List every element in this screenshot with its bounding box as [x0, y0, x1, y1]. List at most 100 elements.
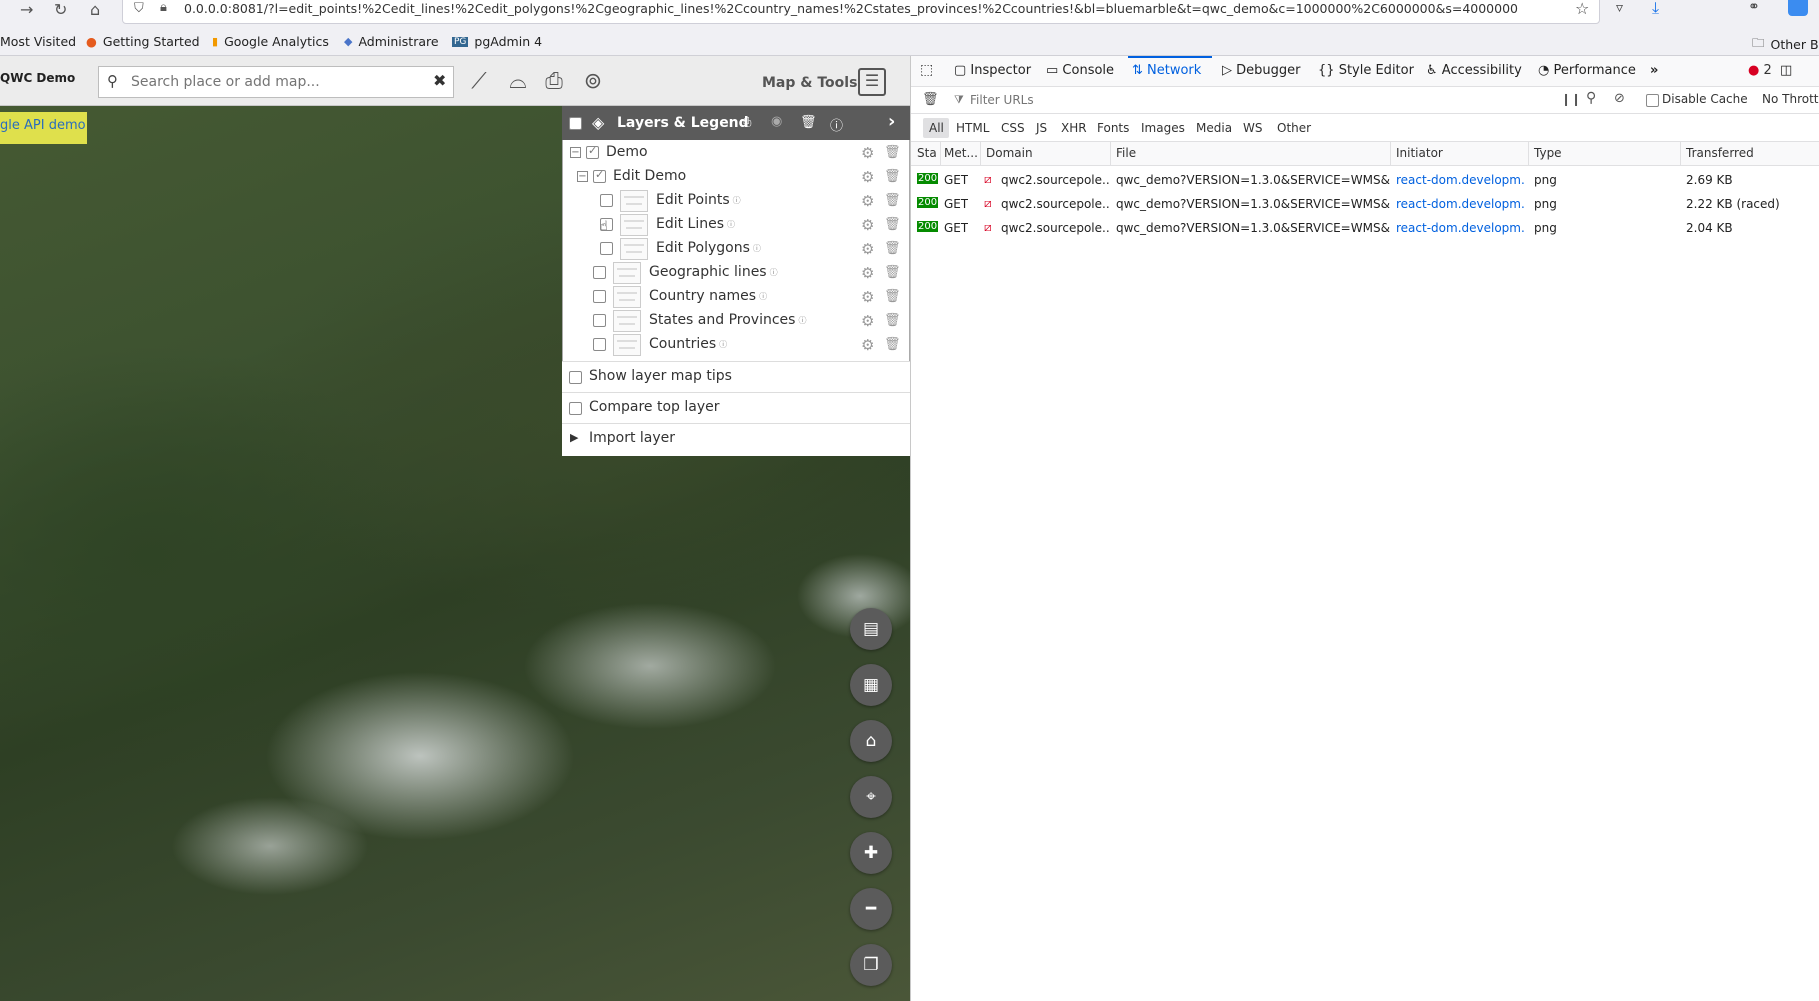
column-file[interactable]: File [1116, 146, 1136, 160]
type-filter-ws[interactable]: WS [1243, 121, 1262, 135]
bookmark-map-button[interactable]: ▤ [850, 608, 892, 650]
app-logo[interactable]: QWC Demo [0, 71, 75, 85]
type-filter-other[interactable]: Other [1277, 121, 1311, 135]
bookmark-getting-started[interactable]: ● Getting Started [86, 34, 200, 49]
search-box[interactable]: ⚲ ✖ [98, 66, 454, 98]
pause-icon[interactable]: ❙❙ [1561, 92, 1581, 106]
layer-info-icon[interactable]: ⓘ [727, 220, 735, 229]
trash-icon[interactable]: 🗑︎ [884, 289, 901, 304]
layer-row-demo[interactable]: − Demo ⚙ 🗑︎ [562, 141, 910, 165]
tab-debugger[interactable]: ▷ Debugger [1222, 63, 1301, 78]
layer-info-icon[interactable]: ⓘ [798, 316, 806, 325]
column-type[interactable]: Type [1534, 146, 1562, 160]
initiator-link[interactable]: react-dom.developm... [1396, 173, 1524, 187]
map-tips-checkbox[interactable] [569, 371, 582, 384]
layer-info-icon[interactable]: ⓘ [759, 292, 767, 301]
request-row[interactable]: 200 GET ⧄ qwc2.sourcepole... qwc_demo?VE… [911, 168, 1819, 192]
identify-icon[interactable]: ⊚ [578, 68, 608, 96]
bookmark-administrare[interactable]: ◆ Administrare [344, 34, 439, 49]
collapse-panel-icon[interactable]: › [888, 111, 895, 132]
legend-map-button[interactable]: ▦ [850, 664, 892, 706]
compare-checkbox[interactable] [569, 402, 582, 415]
settings-gear-icon[interactable]: ⚙ [861, 192, 874, 210]
layer-checkbox[interactable] [593, 314, 606, 327]
print-icon[interactable]: ⎙ [539, 68, 569, 96]
settings-gear-icon[interactable]: ⚙ [861, 264, 874, 282]
settings-gear-icon[interactable]: ⚙ [861, 240, 874, 258]
reload-icon[interactable]: ↻ [54, 0, 67, 19]
trash-icon[interactable]: 🗑︎ [884, 313, 901, 328]
bookmark-other[interactable]: 🗀︎ Other B [1752, 34, 1819, 55]
type-filter-fonts[interactable]: Fonts [1097, 121, 1129, 135]
share-icon[interactable]: ⌓ [503, 68, 533, 96]
clear-search-icon[interactable]: ✖ [433, 71, 446, 90]
trash-icon[interactable]: 🗑︎ [884, 241, 901, 256]
account-icon[interactable] [1788, 0, 1808, 16]
toggle-all-checkbox[interactable] [569, 117, 582, 130]
forward-icon[interactable]: → [20, 0, 33, 19]
dock-icon[interactable]: ◫ [1780, 63, 1792, 78]
column-domain[interactable]: Domain [986, 146, 1033, 160]
bookmark-star-icon[interactable]: ☆ [1575, 0, 1589, 18]
pocket-icon[interactable]: ▿ [1616, 0, 1623, 16]
print-legend-icon[interactable]: ⎙ [741, 115, 751, 130]
tab-style-editor[interactable]: {} Style Editor [1318, 63, 1414, 78]
collapse-group-icon[interactable]: − [577, 171, 588, 182]
trash-icon[interactable]: 🗑︎ [884, 169, 901, 184]
throttling-select[interactable]: No Throttli [1762, 92, 1819, 106]
page-info-icon[interactable]: 🔒︎ [160, 0, 167, 15]
layer-row-edit-lines[interactable]: ☝ Edit Lines ⓘ ⚙ 🗑︎ [562, 213, 910, 237]
column-transferred[interactable]: Transferred [1686, 146, 1754, 160]
menu-icon[interactable]: ☰ [858, 68, 886, 96]
delete-all-icon[interactable]: 🗑︎ [800, 115, 817, 130]
settings-gear-icon[interactable]: ⚙ [861, 144, 874, 162]
tab-accessibility[interactable]: ♿︎ Accessibility [1426, 63, 1522, 78]
layer-info-icon[interactable]: ⓘ [719, 340, 727, 349]
home-icon[interactable]: ⌂ [90, 0, 100, 19]
downloads-icon[interactable]: ⤓ [1652, 0, 1659, 18]
settings-gear-icon[interactable]: ⚙ [861, 216, 874, 234]
layer-row-edit-points[interactable]: Edit Points ⓘ ⚙ 🗑︎ [562, 189, 910, 213]
tab-network[interactable]: ⇅ Network [1132, 63, 1201, 78]
api-demo-banner[interactable]: gle API demo [0, 112, 87, 144]
request-row[interactable]: 200 GET ⧄ qwc2.sourcepole... qwc_demo?VE… [911, 192, 1819, 216]
layer-info-icon[interactable]: ⓘ [733, 196, 741, 205]
layer-checkbox[interactable] [593, 338, 606, 351]
option-map-tips[interactable]: Show layer map tips [562, 361, 910, 392]
layer-row-countries[interactable]: Countries ⓘ ⚙ 🗑︎ [562, 333, 910, 357]
option-import-layer[interactable]: ▶ Import layer [562, 423, 910, 456]
layer-row-geographic-lines[interactable]: Geographic lines ⓘ ⚙ 🗑︎ [562, 261, 910, 285]
type-filter-all[interactable]: All [929, 121, 944, 135]
trash-icon[interactable]: 🗑︎ [884, 193, 901, 208]
initiator-link[interactable]: react-dom.developm... [1396, 221, 1524, 235]
shield-icon[interactable]: ⛉ [134, 1, 144, 16]
layer-checkbox[interactable] [586, 144, 599, 159]
bookmark-google-analytics[interactable]: ▮ Google Analytics [212, 34, 329, 49]
column-status[interactable]: Sta [917, 146, 937, 160]
home-map-button[interactable]: ⌂ [850, 720, 892, 762]
layer-checkbox[interactable] [593, 290, 606, 303]
column-initiator[interactable]: Initiator [1396, 146, 1443, 160]
layer-checkbox[interactable] [593, 266, 606, 279]
filter-urls-input[interactable] [968, 90, 1548, 110]
collapse-group-icon[interactable]: − [570, 147, 581, 158]
clear-log-icon[interactable]: 🗑︎ [922, 92, 939, 107]
bookmark-pgadmin[interactable]: PG pgAdmin 4 [452, 34, 542, 49]
request-row[interactable]: 200 GET ⧄ qwc2.sourcepole... qwc_demo?VE… [911, 216, 1819, 240]
option-compare-top-layer[interactable]: Compare top layer [562, 392, 910, 423]
error-badge[interactable]: ● 2 [1748, 63, 1772, 78]
info-icon[interactable]: ⓘ [830, 115, 843, 134]
layer-row-edit-demo[interactable]: − Edit Demo ⚙ 🗑︎ [562, 165, 910, 189]
layer-checkbox[interactable] [600, 242, 613, 255]
menu-label[interactable]: Map & Tools [762, 75, 857, 91]
trash-icon[interactable]: 🗑︎ [884, 337, 901, 352]
layer-info-icon[interactable]: ⓘ [753, 244, 761, 253]
measure-icon[interactable]: ⟋ [464, 68, 494, 96]
more-tabs-icon[interactable]: » [1650, 63, 1658, 78]
search-input[interactable] [129, 70, 419, 94]
extensions-icon[interactable]: ⚭ [1748, 0, 1760, 15]
layer-info-icon[interactable]: ⓘ [770, 268, 778, 277]
bookmark-most-visited[interactable]: Most Visited [0, 34, 76, 49]
type-filter-images[interactable]: Images [1141, 121, 1185, 135]
trash-icon[interactable]: 🗑︎ [884, 265, 901, 280]
